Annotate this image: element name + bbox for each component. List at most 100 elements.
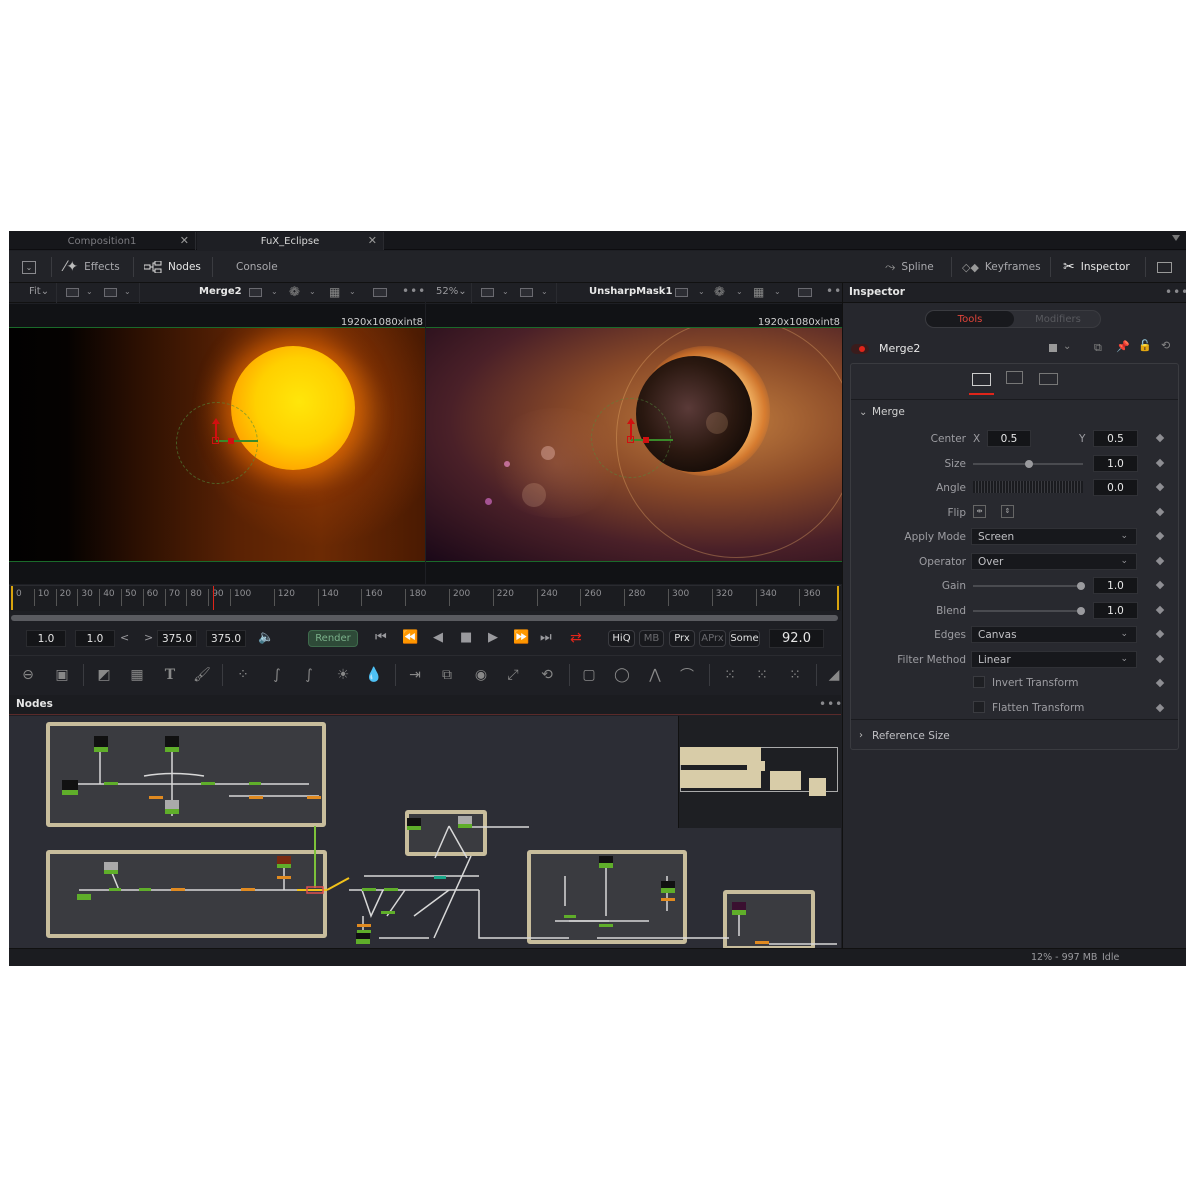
- x-axis-handle[interactable]: [216, 440, 258, 442]
- global-end-field[interactable]: 375.0: [206, 630, 246, 647]
- console-button[interactable]: Console: [236, 251, 278, 283]
- keyframe-diamond-icon[interactable]: [1155, 580, 1165, 590]
- auto-proxy-toggle[interactable]: APrx: [699, 630, 726, 647]
- media-in-icon[interactable]: ⊖: [18, 666, 38, 684]
- render-end-marker[interactable]: [837, 586, 839, 610]
- chevron-down-icon[interactable]: ⌄: [774, 287, 781, 296]
- more-options-icon[interactable]: •••: [1165, 285, 1186, 299]
- settings-page-icon[interactable]: [1039, 373, 1058, 385]
- angle-field[interactable]: 0.0: [1093, 479, 1138, 496]
- roi-icon[interactable]: [373, 288, 387, 297]
- keyframes-button[interactable]: ◇◆ Keyframes: [962, 251, 1041, 283]
- chevron-down-icon[interactable]: ⌄: [736, 287, 743, 296]
- hiq-toggle[interactable]: HiQ: [608, 630, 635, 647]
- rectangle-mask-icon[interactable]: ▢: [579, 666, 599, 684]
- go-to-start-icon[interactable]: ⏮: [375, 630, 387, 645]
- x-axis-handle[interactable]: [631, 439, 673, 441]
- current-frame-field[interactable]: 92.0: [769, 629, 824, 648]
- gain-slider[interactable]: [973, 582, 1085, 590]
- step-back-icon[interactable]: <: [120, 631, 129, 644]
- chevron-right-icon[interactable]: ›: [859, 730, 863, 741]
- lock-icon[interactable]: 🔓: [1138, 339, 1152, 352]
- blur-tool-icon[interactable]: ◉: [471, 666, 491, 684]
- text-icon[interactable]: T: [160, 666, 180, 684]
- tab-composition1[interactable]: Composition1 ✕: [9, 232, 196, 250]
- render-button[interactable]: Render: [308, 630, 358, 647]
- fast-forward-icon[interactable]: ⏩: [513, 630, 529, 645]
- more-options-icon[interactable]: •••: [402, 284, 426, 298]
- apply-mode-dropdown[interactable]: Screen ⌄: [971, 528, 1137, 545]
- render-start-marker[interactable]: [11, 586, 13, 610]
- render-start-field[interactable]: 1.0: [75, 630, 115, 647]
- center-y-field[interactable]: 0.5: [1093, 430, 1138, 447]
- timeline-ruler[interactable]: 0 10 20 30 40 50 60 70 80 90 100 120 140 160 180 200 220…: [9, 585, 841, 611]
- node-group-icon[interactable]: ▣: [52, 666, 72, 684]
- color-swatch-icon[interactable]: [1049, 344, 1057, 352]
- color-channels-icon[interactable]: ❁: [714, 285, 725, 300]
- gain-field[interactable]: 1.0: [1093, 577, 1138, 594]
- viewer-right-zoom[interactable]: 52%⌄: [436, 286, 467, 297]
- size-slider[interactable]: [973, 460, 1083, 468]
- chevron-down-icon[interactable]: ⌄: [1063, 341, 1071, 352]
- shape-3d-icon[interactable]: ◢: [824, 666, 844, 684]
- viewer-right[interactable]: 1920x1080xint8: [426, 304, 842, 584]
- ellipse-mask-icon[interactable]: ◯: [612, 666, 632, 684]
- node-navigator-minimap[interactable]: [678, 716, 841, 828]
- keyframe-diamond-icon[interactable]: [1155, 703, 1165, 713]
- resize-icon[interactable]: ⤢: [503, 666, 523, 684]
- keyframe-diamond-icon[interactable]: [1155, 654, 1165, 664]
- chevron-down-icon[interactable]: ⌄: [349, 287, 356, 296]
- split-view-icon[interactable]: [66, 288, 79, 297]
- split-view-icon[interactable]: [481, 288, 494, 297]
- playhead[interactable]: [212, 586, 214, 610]
- pin-icon[interactable]: 📌: [1116, 340, 1130, 353]
- angle-thumbwheel[interactable]: [973, 481, 1083, 493]
- flip-horizontal-icon[interactable]: ⇹: [973, 505, 986, 518]
- center-x-field[interactable]: 0.5: [987, 430, 1031, 447]
- inspector-button[interactable]: ✂ Inspector: [1063, 251, 1130, 283]
- chevron-down-icon[interactable]: ⌄: [124, 287, 131, 296]
- view-layout-icon[interactable]: [520, 288, 533, 297]
- audio-speaker-icon[interactable]: 🔈: [258, 630, 274, 645]
- tab-overflow-arrow-icon[interactable]: [1172, 235, 1180, 241]
- transform-icon[interactable]: ⟲: [537, 666, 557, 684]
- particles-icon[interactable]: ⁘: [233, 666, 253, 684]
- selective-update-toggle[interactable]: Some: [729, 630, 760, 647]
- chevron-down-icon[interactable]: ⌄: [502, 287, 509, 296]
- motion-blur-toggle[interactable]: MB: [639, 630, 664, 647]
- brightness-contrast-icon[interactable]: ∫: [299, 666, 319, 684]
- tab-modifiers[interactable]: Modifiers: [1014, 311, 1100, 327]
- effects-button[interactable]: ⁄✦ Effects: [64, 251, 120, 283]
- keyframe-diamond-icon[interactable]: [1155, 458, 1165, 468]
- gain-slider-knob[interactable]: [1077, 582, 1085, 590]
- paint-brush-icon[interactable]: 🖌: [192, 666, 212, 684]
- pemitter-icon[interactable]: ⁙: [720, 666, 740, 684]
- viewer-left[interactable]: 1920x1080xint8: [9, 304, 425, 584]
- global-start-field[interactable]: 1.0: [26, 630, 66, 647]
- viewer-left-zoom[interactable]: Fit⌄: [29, 286, 49, 297]
- reset-icon[interactable]: ⟲: [1161, 339, 1170, 352]
- nodes-button[interactable]: Nodes: [144, 251, 201, 283]
- keyframe-diamond-icon[interactable]: [1155, 482, 1165, 492]
- blend-slider[interactable]: [973, 607, 1085, 615]
- polygon-mask-icon[interactable]: ⋀: [645, 666, 665, 684]
- keyframe-diamond-icon[interactable]: [1155, 433, 1165, 443]
- loop-icon[interactable]: ⇄: [570, 630, 582, 646]
- view-layout-icon[interactable]: [104, 288, 117, 297]
- section-reference-size[interactable]: Reference Size: [872, 730, 950, 742]
- versions-icon[interactable]: ⧉: [1094, 341, 1102, 355]
- keyframe-diamond-icon[interactable]: [1155, 629, 1165, 639]
- lut-icon[interactable]: [249, 288, 262, 297]
- chevron-down-icon[interactable]: ⌄: [86, 287, 93, 296]
- play-reverse-icon[interactable]: ◀: [433, 630, 443, 645]
- blend-field[interactable]: 1.0: [1093, 602, 1138, 619]
- grid-icon[interactable]: ▦: [753, 285, 764, 299]
- image-plane-3d-icon[interactable]: ⁙: [785, 666, 805, 684]
- operator-dropdown[interactable]: Over ⌄: [971, 553, 1137, 570]
- more-options-icon[interactable]: •••: [819, 697, 843, 711]
- presentation-button[interactable]: [1157, 251, 1172, 283]
- flip-vertical-icon[interactable]: ⇕: [1001, 505, 1014, 518]
- color-curves-icon[interactable]: ∫: [267, 666, 287, 684]
- keyframe-diamond-icon[interactable]: [1155, 556, 1165, 566]
- keyframe-diamond-icon[interactable]: [1155, 605, 1165, 615]
